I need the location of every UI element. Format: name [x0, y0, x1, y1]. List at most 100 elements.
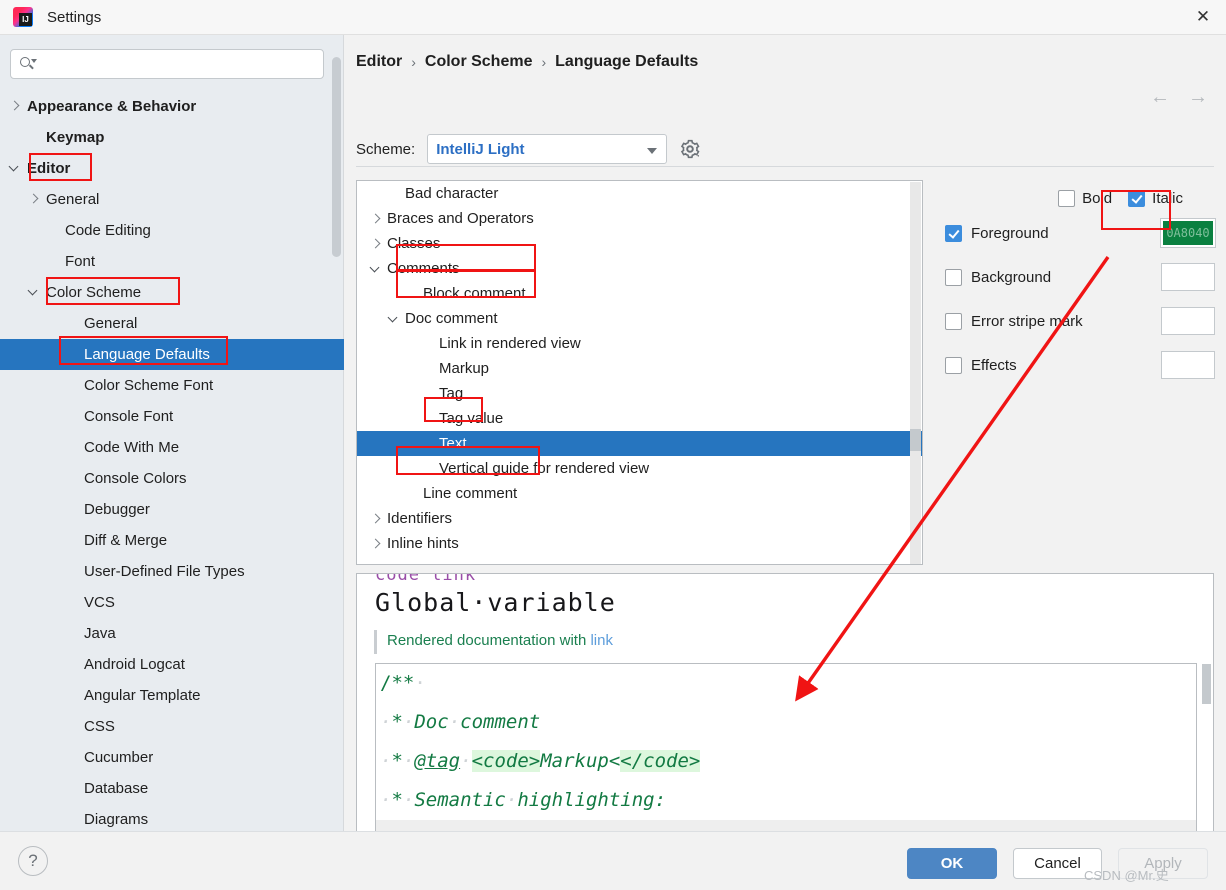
- color-list-item-label: Identifiers: [387, 510, 452, 527]
- sidebar-item-code-editing[interactable]: Code Editing: [0, 215, 344, 246]
- color-settings-list[interactable]: Bad characterBraces and OperatorsClasses…: [357, 181, 922, 556]
- sidebar-item-android-logcat[interactable]: Android Logcat: [0, 649, 344, 680]
- color-list-item-bad-character[interactable]: Bad character: [357, 181, 922, 206]
- chevron-down-icon[interactable]: [387, 312, 401, 326]
- effects-color-swatch[interactable]: [1161, 351, 1215, 379]
- color-list-item-braces-and-operators[interactable]: Braces and Operators: [357, 206, 922, 231]
- preview-code-block[interactable]: /**··*·Doc·comment·*·@tag·<code>Markup<<…: [375, 663, 1197, 849]
- chevron-right-icon[interactable]: [369, 537, 383, 551]
- code-token: ·: [414, 672, 425, 694]
- sidebar-item-console-colors[interactable]: Console Colors: [0, 463, 344, 494]
- tree-spacer: [65, 813, 78, 826]
- sidebar-item-appearance-behavior[interactable]: Appearance & Behavior: [0, 91, 344, 122]
- tree-spacer: [421, 462, 435, 476]
- background-checkbox[interactable]: [945, 269, 962, 286]
- forward-arrow-icon[interactable]: →: [1188, 87, 1208, 107]
- tree-spacer: [387, 187, 401, 201]
- sidebar-item-code-with-me[interactable]: Code With Me: [0, 432, 344, 463]
- color-list-item-identifiers[interactable]: Identifiers: [357, 506, 922, 531]
- sidebar-item-font[interactable]: Font: [0, 246, 344, 277]
- back-arrow-icon[interactable]: ←: [1150, 87, 1170, 107]
- sidebar-item-user-defined-file-types[interactable]: User-Defined File Types: [0, 556, 344, 587]
- preview-scrollbar-thumb[interactable]: [1202, 664, 1211, 704]
- list-scrollbar-track[interactable]: [910, 182, 921, 565]
- tree-spacer: [65, 472, 78, 485]
- color-list-item-comments[interactable]: Comments: [357, 256, 922, 281]
- cancel-button[interactable]: Cancel: [1013, 848, 1102, 879]
- color-list-item-tag-value[interactable]: Tag value: [357, 406, 922, 431]
- color-list-item-tag[interactable]: Tag: [357, 381, 922, 406]
- tree-spacer: [65, 565, 78, 578]
- help-icon[interactable]: ?: [18, 846, 48, 876]
- sidebar-item-label: Debugger: [84, 501, 150, 518]
- chevron-down-icon[interactable]: [369, 262, 383, 276]
- sidebar-item-diagrams[interactable]: Diagrams: [0, 804, 344, 831]
- color-list-item-inline-hints[interactable]: Inline hints: [357, 531, 922, 556]
- intellij-idea-icon: IJ: [13, 7, 33, 27]
- color-list-item-block-comment[interactable]: Block comment: [357, 281, 922, 306]
- error-stripe-mark-checkbox[interactable]: [945, 313, 962, 330]
- background-color-swatch[interactable]: [1161, 263, 1215, 291]
- breadcrumb-item[interactable]: Language Defaults: [555, 53, 698, 71]
- sidebar-item-angular-template[interactable]: Angular Template: [0, 680, 344, 711]
- sidebar-item-general[interactable]: General: [0, 308, 344, 339]
- effects-checkbox[interactable]: [945, 357, 962, 374]
- color-list-item-link-in-rendered-view[interactable]: Link in rendered view: [357, 331, 922, 356]
- search-box[interactable]: [10, 49, 324, 79]
- error-stripe-mark-color-swatch[interactable]: [1161, 307, 1215, 335]
- sidebar-item-color-scheme[interactable]: Color Scheme: [0, 277, 344, 308]
- color-list-item-vertical-guide-for-rendered-view[interactable]: Vertical guide for rendered view: [357, 456, 922, 481]
- chevron-right-icon[interactable]: [8, 100, 21, 113]
- code-token: ·: [380, 750, 391, 772]
- chevron-right-icon[interactable]: [27, 193, 40, 206]
- sidebar-item-console-font[interactable]: Console Font: [0, 401, 344, 432]
- close-icon[interactable]: ✕: [1180, 0, 1226, 34]
- sidebar-item-vcs[interactable]: VCS: [0, 587, 344, 618]
- bold-checkbox-group[interactable]: Bold: [1058, 190, 1112, 207]
- sidebar-item-general[interactable]: General: [0, 184, 344, 215]
- sidebar-item-color-scheme-font[interactable]: Color Scheme Font: [0, 370, 344, 401]
- italic-checkbox-group[interactable]: Italic: [1128, 190, 1183, 207]
- ok-button[interactable]: OK: [907, 848, 997, 879]
- sidebar-item-css[interactable]: CSS: [0, 711, 344, 742]
- code-token: ·: [380, 711, 391, 733]
- sidebar-item-cucumber[interactable]: Cucumber: [0, 742, 344, 773]
- color-list-item-doc-comment[interactable]: Doc comment: [357, 306, 922, 331]
- gear-icon[interactable]: [679, 138, 701, 160]
- chevron-right-icon[interactable]: [369, 212, 383, 226]
- foreground-checkbox[interactable]: [945, 225, 962, 242]
- color-list-item-label: Link in rendered view: [439, 335, 581, 352]
- chevron-right-icon[interactable]: [369, 237, 383, 251]
- color-list-item-line-comment[interactable]: Line comment: [357, 481, 922, 506]
- sidebar-scrollbar[interactable]: [332, 57, 341, 257]
- chevron-down-icon[interactable]: [8, 162, 21, 175]
- settings-category-tree[interactable]: Appearance & BehaviorKeymap Editor General…: [0, 91, 344, 831]
- italic-checkbox[interactable]: [1128, 190, 1145, 207]
- list-scrollbar-thumb[interactable]: [910, 429, 921, 451]
- chevron-right-icon[interactable]: [369, 512, 383, 526]
- scheme-select[interactable]: IntelliJ Light: [427, 134, 667, 164]
- attribute-rows: Foreground0A8040BackgroundError stripe m…: [945, 211, 1215, 387]
- preview-link: link: [590, 632, 613, 649]
- search-input[interactable]: [36, 56, 323, 72]
- sidebar-item-language-defaults[interactable]: Language Defaults: [0, 339, 344, 370]
- sidebar-item-diff-merge[interactable]: Diff & Merge: [0, 525, 344, 556]
- sidebar-item-java[interactable]: Java: [0, 618, 344, 649]
- sidebar-item-label: Editor: [27, 160, 70, 177]
- preview-pane[interactable]: code link Global·variable Rendered docum…: [356, 573, 1214, 851]
- sidebar-item-keymap[interactable]: Keymap: [0, 122, 344, 153]
- color-list-item-label: Markup: [439, 360, 489, 377]
- breadcrumb-item[interactable]: Color Scheme: [425, 53, 533, 71]
- color-list-item-markup[interactable]: Markup: [357, 356, 922, 381]
- color-list-item-classes[interactable]: Classes: [357, 231, 922, 256]
- sidebar-item-editor[interactable]: Editor: [0, 153, 344, 184]
- color-list-item-text[interactable]: Text: [357, 431, 922, 456]
- attribute-row-error-stripe-mark: Error stripe mark: [945, 299, 1215, 343]
- breadcrumb-item[interactable]: Editor: [356, 53, 402, 71]
- sidebar-item-database[interactable]: Database: [0, 773, 344, 804]
- chevron-down-icon[interactable]: [27, 286, 40, 299]
- sidebar-item-debugger[interactable]: Debugger: [0, 494, 344, 525]
- color-settings-list-panel[interactable]: Bad characterBraces and OperatorsClasses…: [356, 180, 923, 565]
- bold-checkbox[interactable]: [1058, 190, 1075, 207]
- foreground-color-swatch[interactable]: 0A8040: [1161, 219, 1215, 247]
